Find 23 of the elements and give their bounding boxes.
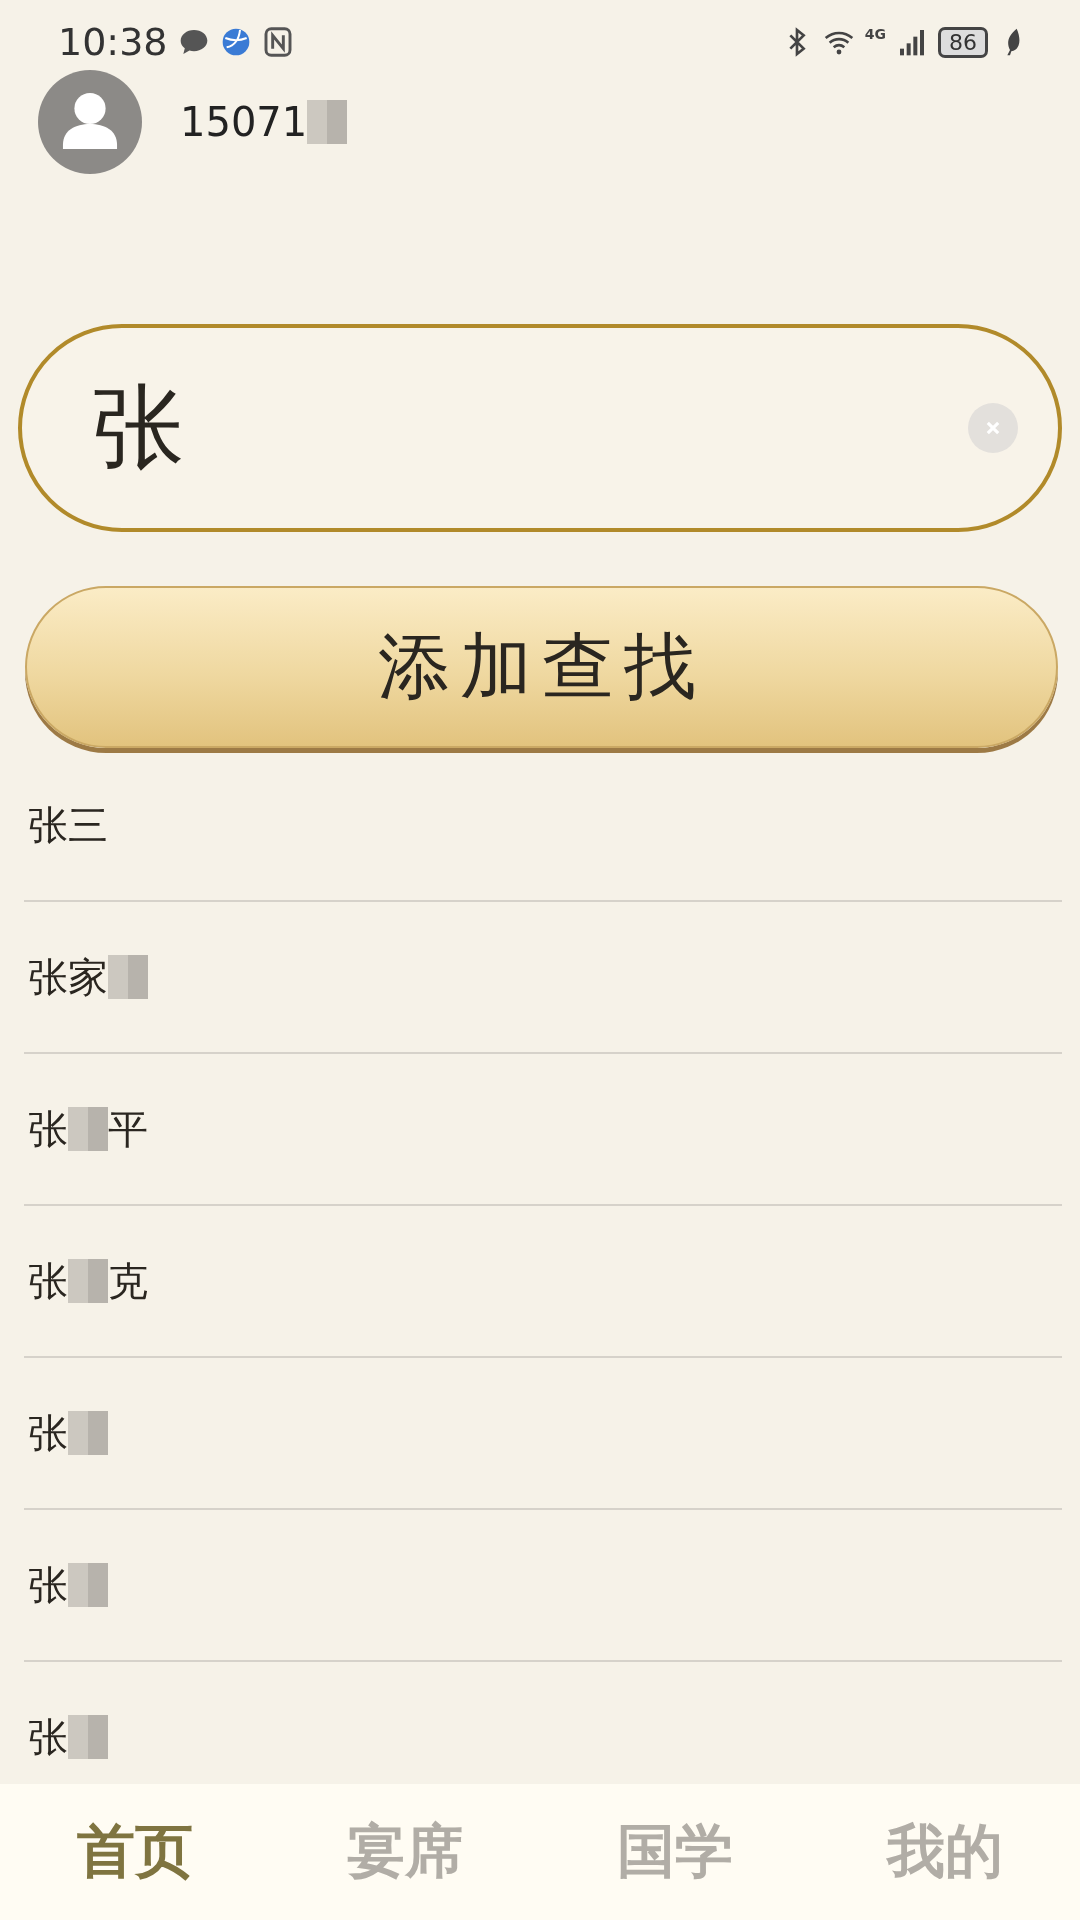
name-text: 平 bbox=[108, 1104, 148, 1154]
blur-mosaic bbox=[68, 1107, 108, 1151]
nav-tab[interactable]: 首页 bbox=[0, 1812, 270, 1892]
name-text: 张 bbox=[28, 1104, 68, 1154]
blur-mosaic bbox=[68, 1411, 108, 1455]
blur-mosaic bbox=[68, 1715, 108, 1759]
blur-mosaic bbox=[68, 1563, 108, 1607]
name-text: 张家 bbox=[28, 952, 108, 1002]
name-text: 15071 bbox=[180, 99, 308, 145]
avatar-icon[interactable] bbox=[38, 70, 142, 174]
name-text: 张 bbox=[28, 1560, 68, 1610]
blur-mosaic bbox=[108, 955, 148, 999]
name-text: 克 bbox=[108, 1256, 148, 1306]
blur-mosaic bbox=[307, 100, 348, 144]
name-text: 张 bbox=[28, 1408, 68, 1458]
network-type: 4G bbox=[864, 26, 886, 42]
blur-mosaic bbox=[68, 1259, 108, 1303]
status-time: 10:38 bbox=[58, 20, 168, 64]
name-text: 张 bbox=[28, 1256, 68, 1306]
search-field[interactable]: 张 bbox=[18, 324, 1062, 532]
name-text: 张 bbox=[28, 1712, 68, 1762]
battery-level: 86 bbox=[938, 26, 988, 58]
name-text: 张三 bbox=[28, 800, 108, 850]
